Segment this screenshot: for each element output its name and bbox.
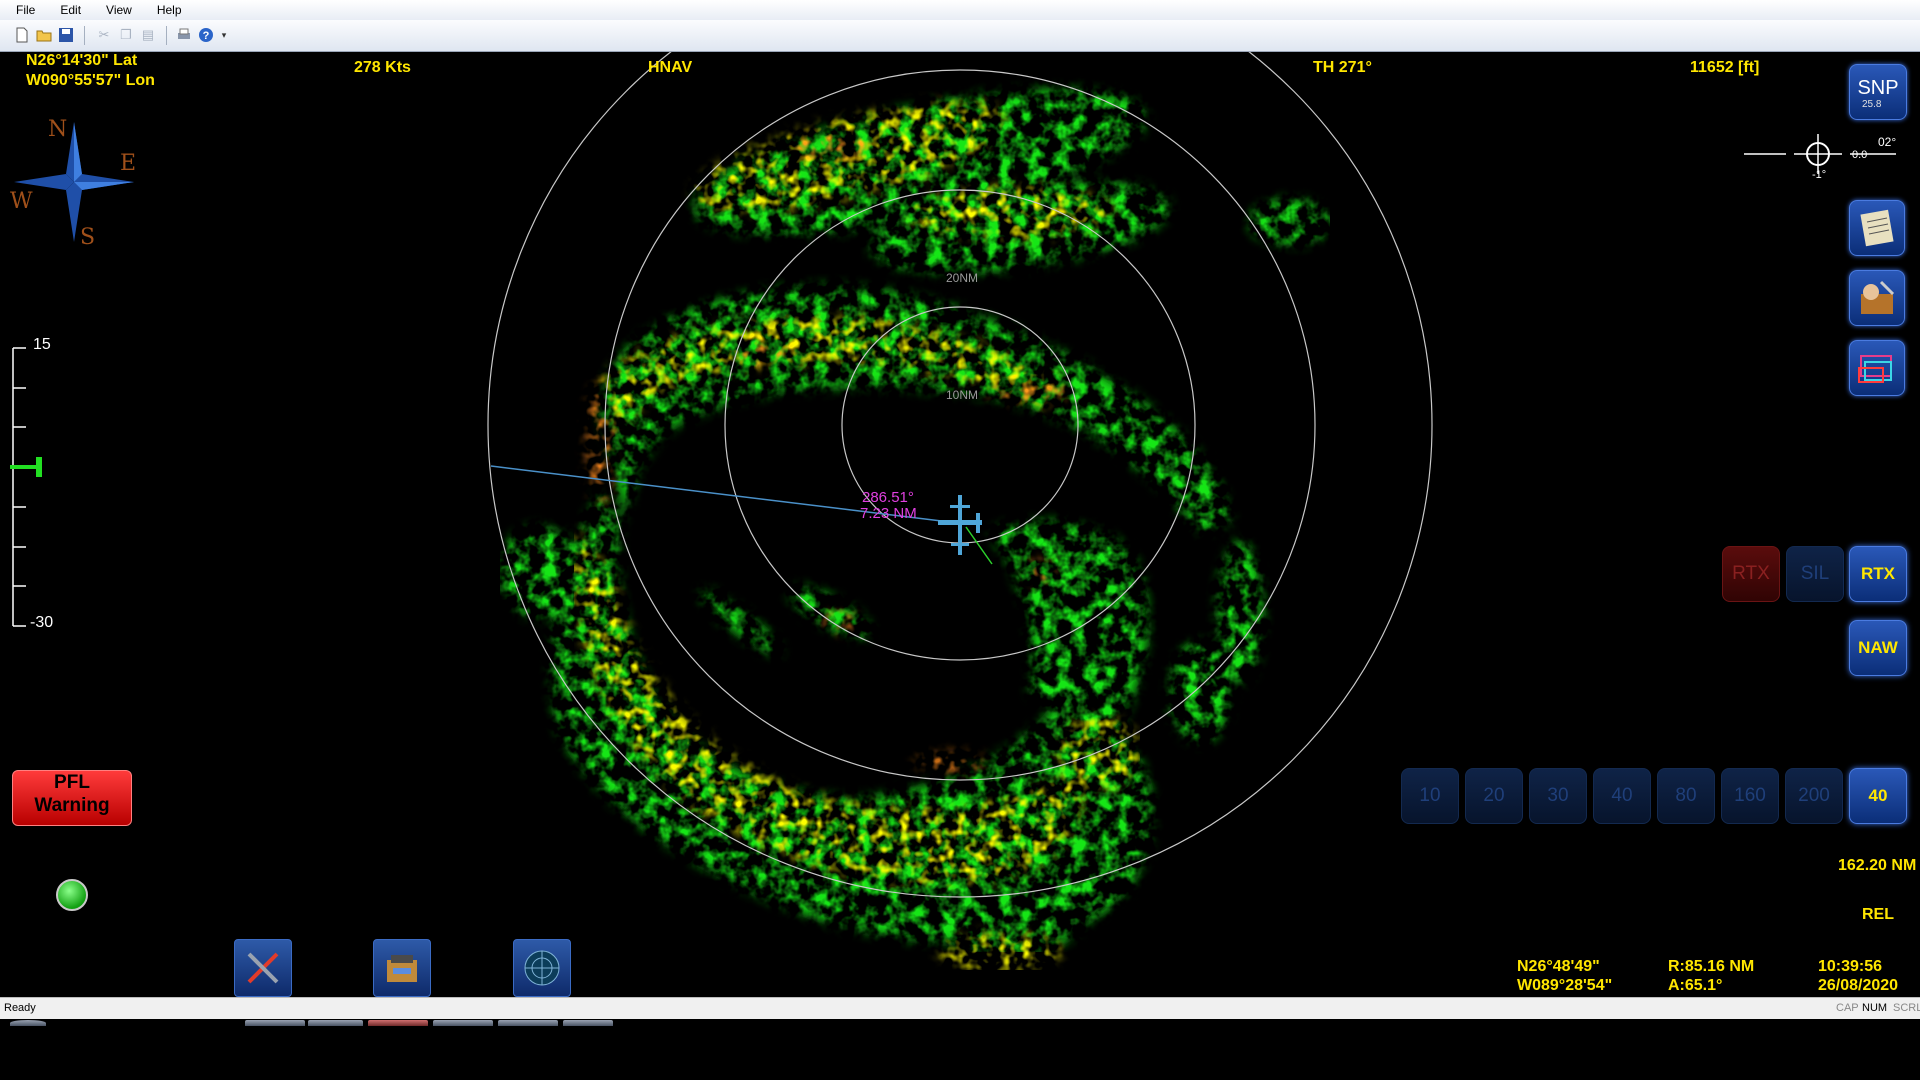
taskbar-item[interactable] bbox=[245, 1020, 305, 1026]
menu-file[interactable]: File bbox=[0, 3, 44, 17]
ring-label-10nm: 10NM bbox=[946, 388, 978, 402]
caps-indicator: CAP bbox=[1836, 1002, 1859, 1014]
taskbar-item[interactable] bbox=[308, 1020, 363, 1026]
range-40-button[interactable]: 40 bbox=[1593, 768, 1651, 824]
menu-bar: File Edit View Help bbox=[0, 0, 1920, 20]
status-led-icon bbox=[56, 879, 88, 911]
cursor-range: 7.23 NM bbox=[860, 505, 917, 522]
compass-n: N bbox=[48, 117, 67, 142]
attitude-right-label: 02° bbox=[1878, 135, 1896, 149]
menu-edit[interactable]: Edit bbox=[44, 3, 90, 17]
range-selected-button[interactable]: 40 bbox=[1849, 768, 1907, 824]
snp-button[interactable]: SNP 25.8 bbox=[1849, 64, 1907, 120]
tilt-scale-top: 15 bbox=[33, 336, 51, 353]
pfl-warning-button[interactable]: PFL Warning bbox=[12, 770, 132, 826]
maintenance-button[interactable] bbox=[1849, 270, 1905, 326]
scroll-indicator: SCRL bbox=[1893, 1002, 1920, 1014]
status-bar: Ready CAP NUM SCRL bbox=[0, 997, 1920, 1020]
pfl-label: PFL bbox=[54, 772, 90, 793]
map-layers-icon bbox=[1858, 355, 1892, 383]
nav-mode: HNAV bbox=[648, 59, 693, 76]
rtx-inactive-button[interactable]: RTX bbox=[1722, 546, 1780, 602]
notes-button[interactable] bbox=[1849, 200, 1905, 256]
taskbar-item[interactable] bbox=[563, 1020, 613, 1026]
toolbar-divider bbox=[166, 26, 167, 45]
altitude-readout: 11652 [ft] bbox=[1690, 59, 1760, 76]
toolbar-divider bbox=[84, 26, 85, 45]
taskbar-item[interactable] bbox=[433, 1020, 493, 1026]
compass-w: W bbox=[10, 189, 33, 214]
rel-indicator[interactable]: REL bbox=[1862, 906, 1894, 924]
rtx-active-button[interactable]: RTX bbox=[1849, 546, 1907, 602]
overlay-button[interactable] bbox=[1849, 340, 1905, 396]
range-10-button[interactable]: 10 bbox=[1401, 768, 1459, 824]
attitude-indicator-icon: 02° 0.0 -1° bbox=[1744, 134, 1896, 178]
pfl-warning-label: Warning bbox=[34, 795, 110, 816]
snp-sub: 25.8 bbox=[1862, 99, 1882, 110]
compass-s: S bbox=[80, 225, 95, 250]
ring-label-20nm: 20NM bbox=[946, 271, 978, 285]
range-200-button[interactable]: 200 bbox=[1785, 768, 1843, 824]
range-readout: 162.20 NM bbox=[1838, 857, 1917, 874]
tools-button[interactable] bbox=[234, 939, 292, 997]
naw-button[interactable]: NAW bbox=[1849, 620, 1907, 676]
open-folder-icon[interactable] bbox=[36, 27, 52, 43]
status-text: Ready bbox=[4, 1002, 36, 1014]
aircraft-icon bbox=[938, 495, 982, 555]
clock-time: 10:39:56 bbox=[1818, 958, 1883, 975]
num-indicator: NUM bbox=[1862, 1002, 1888, 1014]
radar-scope-icon bbox=[524, 950, 560, 986]
help-dropdown-arrow-icon[interactable]: ▾ bbox=[216, 27, 232, 43]
range-80-button[interactable]: 80 bbox=[1657, 768, 1715, 824]
true-heading: TH 271° bbox=[1313, 59, 1372, 76]
start-button-icon[interactable] bbox=[10, 1020, 46, 1026]
cursor-latitude: N26°48'49" bbox=[1517, 958, 1600, 975]
wrench-screwdriver-icon bbox=[247, 952, 279, 984]
menu-help[interactable]: Help bbox=[141, 3, 191, 17]
ground-speed: 278 Kts bbox=[354, 59, 411, 76]
cursor-bearing: 286.51° bbox=[862, 489, 914, 506]
compass-e: E bbox=[120, 151, 136, 176]
attitude-value: 0.0 bbox=[1852, 149, 1867, 161]
tilt-scale[interactable] bbox=[8, 330, 68, 640]
range-30-button[interactable]: 30 bbox=[1529, 768, 1587, 824]
taskbar bbox=[0, 1019, 1920, 1080]
radar-mode-button[interactable] bbox=[513, 939, 571, 997]
clock-date: 26/08/2020 bbox=[1818, 977, 1899, 994]
notepad-icon bbox=[1860, 209, 1894, 247]
data-storage-button[interactable] bbox=[373, 939, 431, 997]
paste-icon[interactable]: ▤ bbox=[140, 27, 156, 43]
toolbar: ✂ ❐ ▤ ? ▾ bbox=[0, 20, 1920, 52]
copy-icon[interactable]: ❐ bbox=[118, 27, 134, 43]
svg-text:?: ? bbox=[203, 30, 210, 42]
toolbox-icon bbox=[1861, 280, 1895, 314]
cursor-longitude: W089°28'54" bbox=[1517, 977, 1613, 994]
cut-icon[interactable]: ✂ bbox=[96, 27, 112, 43]
snp-label: SNP bbox=[1857, 77, 1899, 99]
new-file-icon[interactable] bbox=[14, 27, 30, 43]
taskbar-item[interactable] bbox=[498, 1020, 558, 1026]
print-icon[interactable] bbox=[176, 27, 192, 43]
cursor-range-readout: R:85.16 NM bbox=[1668, 958, 1755, 975]
sil-button[interactable]: SIL bbox=[1786, 546, 1844, 602]
cursor-azimuth-readout: A:65.1° bbox=[1668, 977, 1723, 994]
range-160-button[interactable]: 160 bbox=[1721, 768, 1779, 824]
tilt-scale-bottom: -30 bbox=[30, 614, 54, 631]
latitude-readout: N26°14'30" Lat bbox=[26, 52, 138, 69]
longitude-readout: W090°55'57" Lon bbox=[26, 72, 155, 89]
taskbar-item[interactable] bbox=[368, 1020, 428, 1026]
attitude-bottom-label: -1° bbox=[1812, 169, 1826, 178]
help-icon[interactable]: ? bbox=[198, 27, 214, 43]
radar-screen: 10NM 20NM 286.51° 7.23 NM N26°14'30" Lat… bbox=[0, 52, 1920, 997]
save-icon[interactable] bbox=[58, 27, 74, 43]
radar-display[interactable]: 10NM 20NM 286.51° 7.23 NM bbox=[0, 52, 1920, 997]
compass-rose-icon: N E S W bbox=[10, 117, 136, 250]
menu-view[interactable]: View bbox=[90, 3, 141, 17]
storage-box-icon bbox=[387, 955, 417, 982]
range-20-button[interactable]: 20 bbox=[1465, 768, 1523, 824]
